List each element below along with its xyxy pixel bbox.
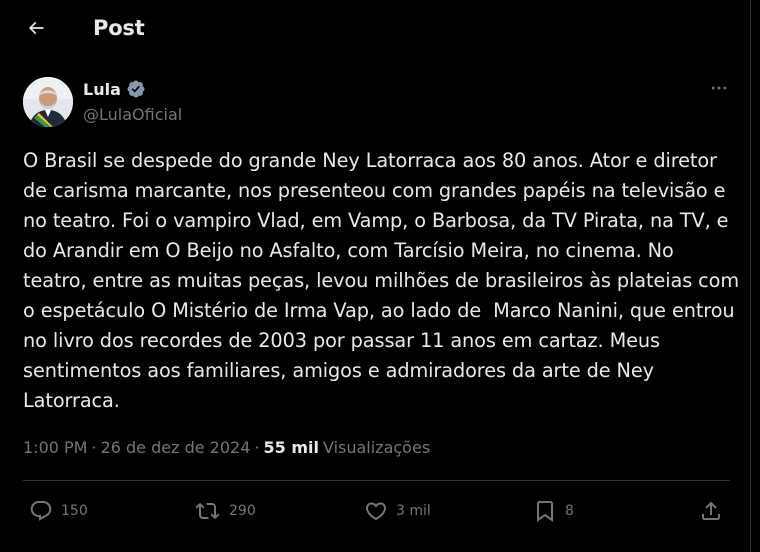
post-time[interactable]: 1:00 PM [23, 438, 87, 457]
share-button[interactable] [699, 496, 723, 526]
verified-badge-icon[interactable] [126, 79, 146, 99]
bookmark-icon [533, 499, 557, 523]
page-title: Post [93, 16, 145, 40]
heart-icon [364, 499, 388, 523]
views-label: Visualizações [322, 438, 431, 457]
post-date[interactable]: 26 de dez de 2024 [101, 438, 251, 457]
arrow-left-icon [26, 18, 46, 42]
views-count: 55 mil [263, 438, 319, 457]
post-text: O Brasil se despede do grande Ney Latorr… [23, 149, 746, 412]
repost-count: 290 [229, 503, 256, 519]
repost-icon [194, 499, 221, 523]
reply-count: 150 [61, 503, 88, 519]
user-handle[interactable]: @LulaOficial [83, 105, 182, 124]
meta-separator: · [254, 438, 260, 457]
repost-button[interactable]: 290 [194, 496, 256, 526]
display-name-row: Lula [83, 79, 146, 99]
back-button[interactable] [16, 10, 56, 50]
like-count: 3 mil [396, 503, 431, 519]
like-button[interactable]: 3 mil [364, 496, 431, 526]
meta-separator: · [91, 438, 97, 457]
post-header: Post [0, 0, 750, 60]
reply-button[interactable]: 150 [29, 496, 88, 526]
actions-divider [23, 480, 730, 481]
bookmark-button[interactable]: 8 [533, 496, 574, 526]
display-name[interactable]: Lula [83, 80, 121, 99]
bookmark-count: 8 [565, 503, 574, 519]
more-horizontal-icon [709, 78, 729, 102]
post-author: Lula @LulaOficial [23, 76, 733, 128]
reply-icon [29, 499, 53, 523]
more-button[interactable] [707, 78, 731, 102]
share-icon [699, 499, 723, 523]
right-border [750, 0, 751, 552]
avatar[interactable] [23, 77, 73, 127]
post-metadata: 1:00 PM · 26 de dez de 2024 · 55 mil Vis… [23, 438, 430, 457]
